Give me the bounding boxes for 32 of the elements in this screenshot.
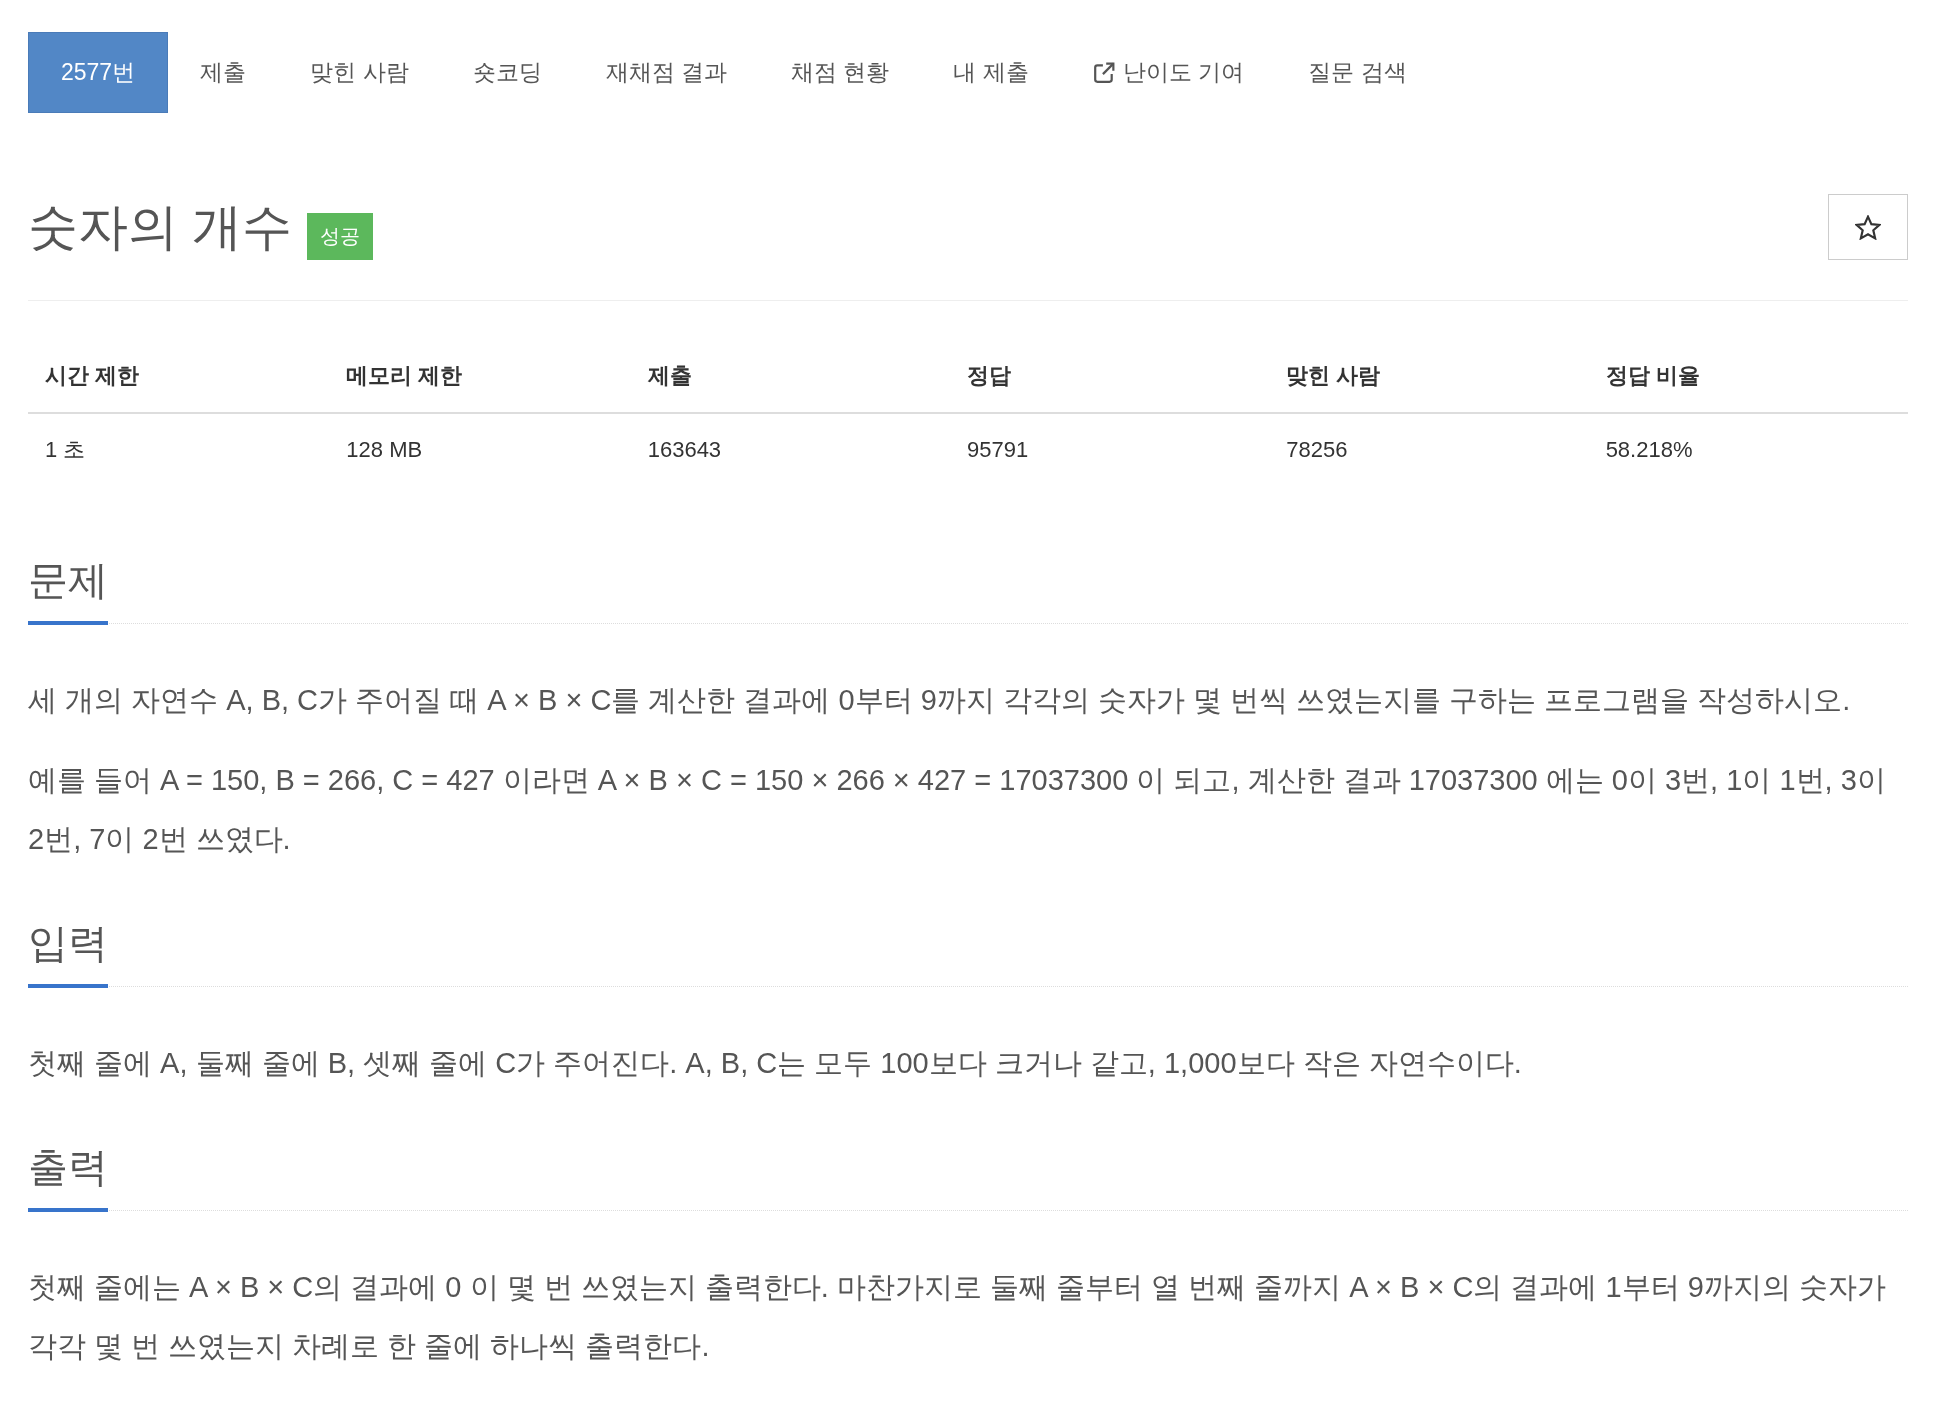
section-heading: 입력 (28, 919, 108, 988)
table-cell: 163643 (630, 413, 950, 486)
nav-tab[interactable]: 내 제출 (921, 32, 1061, 113)
problem-title: 숫자의 개수 (28, 198, 292, 257)
paragraph: 예를 들어 A = 150, B = 266, C = 427 이라면 A × B × C = 150 × 266 × 427 = 17037300 이 되고, 계산한 결과 17037300 에는 0이 3번, 1이 1번, 3이 2번, 7이 2번 쓰였다. (28, 763, 1887, 857)
nav-tab[interactable]: 질문 검색 (1276, 32, 1439, 113)
nav-tab[interactable]: 채점 현황 (758, 32, 922, 113)
column-header: 정답 비율 (1588, 340, 1908, 413)
nav-tab[interactable]: 숏코딩 (440, 32, 574, 113)
column-header: 정답 (950, 340, 1270, 413)
section-heading: 문제 (28, 556, 108, 625)
nav-tab[interactable]: 재채점 결과 (573, 32, 759, 113)
status-badge: 성공 (306, 213, 373, 260)
nav-tab[interactable]: 제출 (168, 32, 279, 113)
table-cell: 58.218% (1588, 413, 1908, 486)
nav-tab[interactable]: 맞힌 사람 (278, 32, 441, 113)
column-header: 메모리 제한 (329, 340, 631, 413)
column-header: 맞힌 사람 (1269, 340, 1589, 413)
nav-tab[interactable]: 2577번 (28, 32, 169, 113)
paragraph: 첫째 줄에 A, 둘째 줄에 B, 셋째 줄에 C가 주어진다. A, B, C는 모두 100보다 크거나 같고, 1,000보다 작은 자연수이다. (28, 1046, 1523, 1081)
paragraph: 첫째 줄에는 A × B × C의 결과에 0 이 몇 번 쓰였는지 출력한다. 마찬가지로 둘째 줄부터 열 번째 줄까지 A × B × C의 결과에 1부터 9까지의 숫자가 각각 몇 번 쓰였는지 차례로 한 줄에 하나씩 출력한다. (28, 1270, 1887, 1364)
table-cell: 1 초 (28, 413, 330, 486)
paragraph: 세 개의 자연수 A, B, C가 주어질 때 A × B × C를 계산한 결과에 0부터 9까지 각각의 숫자가 몇 번씩 쓰였는지를 구하는 프로그램을 작성하시오. (28, 683, 1852, 718)
table-cell: 78256 (1269, 413, 1589, 486)
table-cell: 128 MB (329, 413, 631, 486)
section-heading: 출력 (28, 1143, 108, 1212)
external-link-icon (1092, 61, 1115, 84)
nav-tab[interactable]: 난이도 기여 (1060, 32, 1277, 113)
column-header: 제출 (630, 340, 950, 413)
table-cell: 95791 (950, 413, 1270, 486)
column-header: 시간 제한 (28, 340, 330, 413)
favorite-button[interactable] (1828, 194, 1908, 260)
